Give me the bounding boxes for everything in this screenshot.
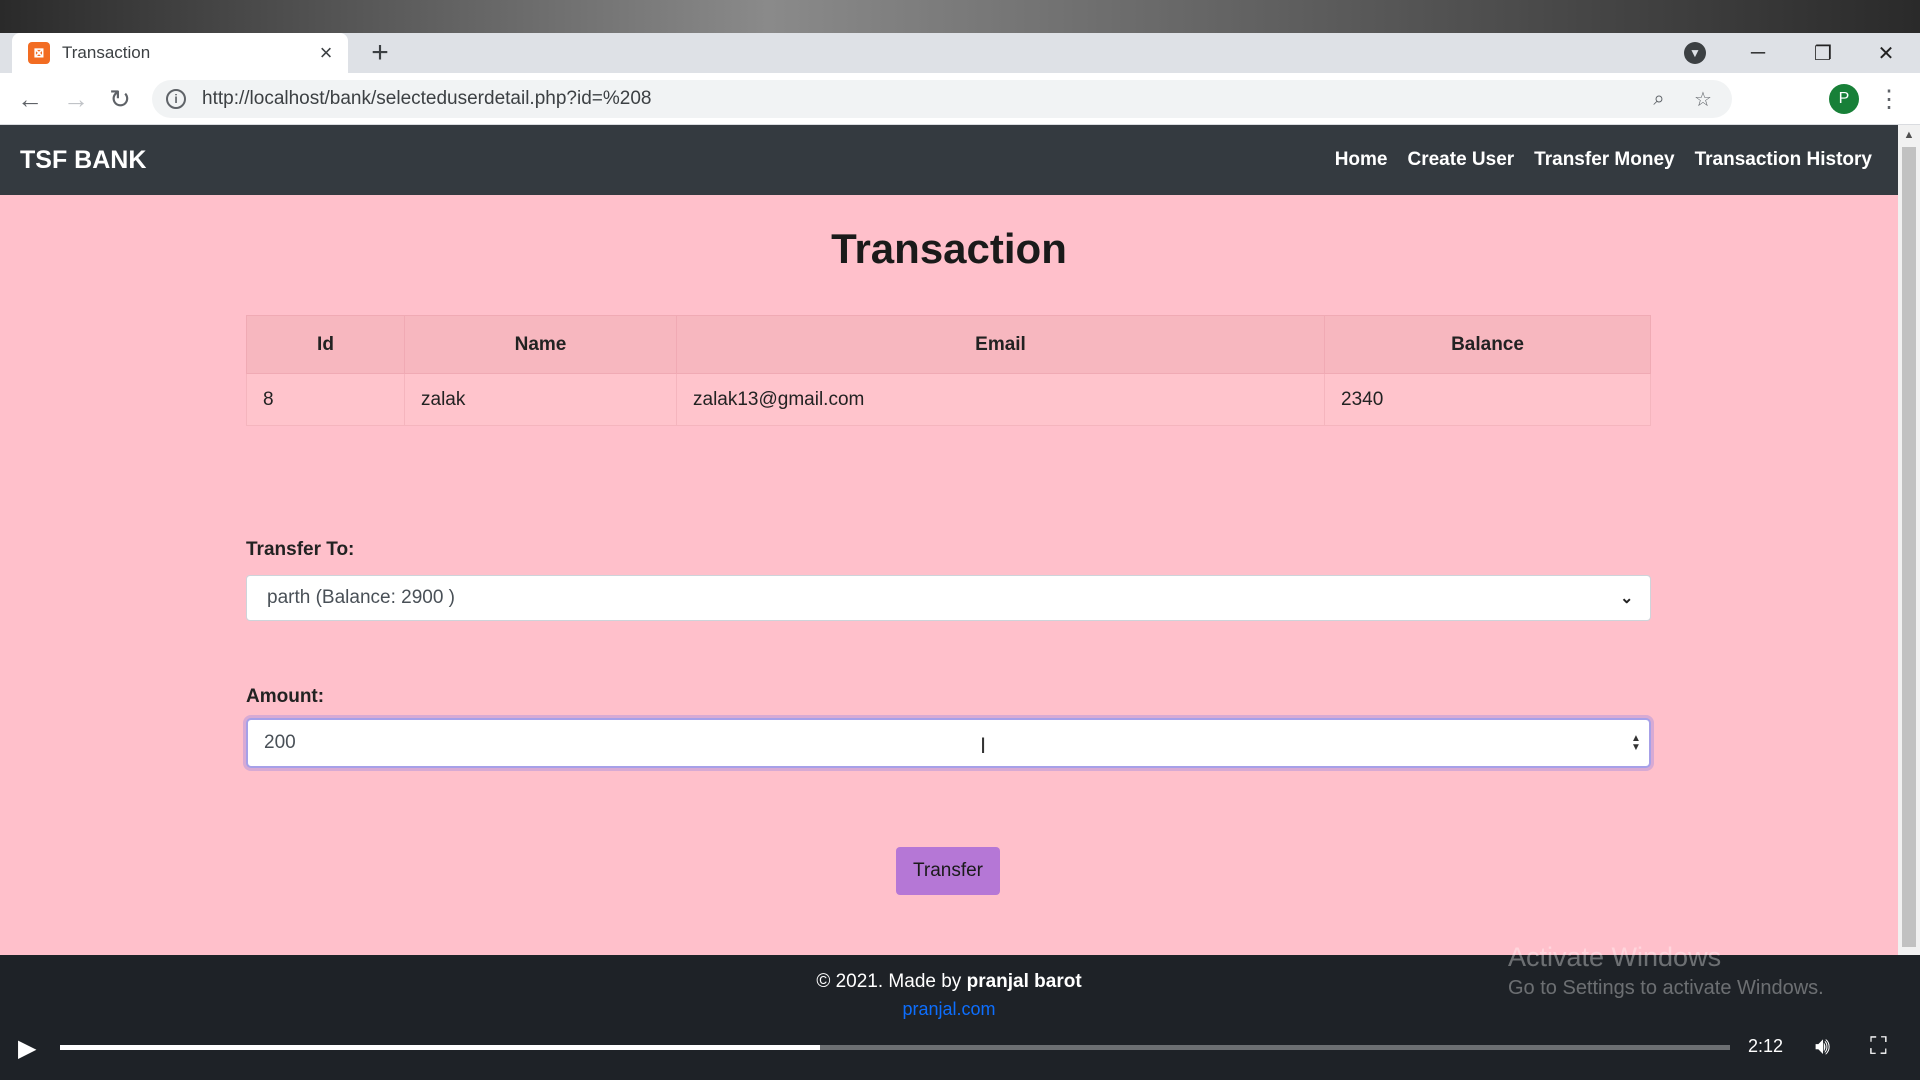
- chevron-down-icon: ⌄: [1620, 590, 1634, 607]
- amount-input[interactable]: 200 ▲ ▼: [246, 718, 1651, 768]
- page-scrollbar[interactable]: ▲: [1898, 125, 1920, 955]
- scrollbar-thumb[interactable]: [1902, 147, 1916, 947]
- browser-menu-icon[interactable]: ⋮: [1877, 83, 1901, 115]
- site-brand[interactable]: TSF BANK: [20, 146, 146, 175]
- profile-avatar[interactable]: P: [1829, 84, 1859, 114]
- play-icon[interactable]: ▶: [18, 1034, 44, 1062]
- cell-id: 8: [246, 373, 405, 426]
- transfer-button[interactable]: Transfer: [896, 847, 1000, 895]
- forward-icon[interactable]: →: [60, 83, 92, 115]
- nav-links: Home Create User Transfer Money Transact…: [1335, 125, 1872, 195]
- watermark-line1: Activate Windows: [1508, 942, 1722, 972]
- text-cursor-icon: I: [980, 733, 987, 758]
- tab-close-icon[interactable]: ×: [314, 40, 338, 65]
- watermark-line2: Go to Settings to activate Windows.: [1508, 977, 1824, 999]
- tab-search-icon[interactable]: ▼: [1684, 42, 1706, 64]
- footer-copyright-prefix: © 2021. Made by: [816, 971, 967, 992]
- column-header-id: Id: [246, 315, 405, 374]
- volume-icon[interactable]: 🔊︎: [1815, 1033, 1830, 1061]
- amount-value[interactable]: 200: [264, 732, 1623, 754]
- video-progress-fill: [60, 1045, 820, 1050]
- video-progress-bar[interactable]: [60, 1045, 1730, 1050]
- bookmark-star-icon[interactable]: ☆: [1688, 87, 1718, 112]
- fullscreen-icon[interactable]: ⛶: [1870, 1033, 1887, 1061]
- video-time: 2:12: [1748, 1036, 1784, 1056]
- column-header-name: Name: [404, 315, 677, 374]
- nav-link-create-user[interactable]: Create User: [1408, 149, 1515, 171]
- transfer-to-selected-value: parth (Balance: 2900 ): [267, 587, 456, 608]
- url-text[interactable]: http://localhost/bank/selecteduserdetail…: [202, 88, 1644, 110]
- address-bar[interactable]: i http://localhost/bank/selecteduserdeta…: [152, 80, 1732, 118]
- site-info-icon[interactable]: i: [166, 89, 186, 109]
- table-row: 8 zalak zalak13@gmail.com 2340: [246, 373, 1651, 426]
- transfer-to-select[interactable]: parth (Balance: 2900 ) ⌄: [246, 575, 1651, 621]
- windows-activation-watermark: Activate Windows Go to Settings to activ…: [1508, 942, 1824, 1000]
- xampp-icon: ⊠: [28, 42, 50, 64]
- footer-link[interactable]: pranjal.com: [0, 999, 1898, 1020]
- video-top-shade: [0, 0, 1920, 33]
- minimize-icon[interactable]: ─: [1730, 33, 1786, 73]
- cell-balance: 2340: [1324, 373, 1651, 426]
- back-icon[interactable]: ←: [14, 83, 46, 115]
- scroll-up-icon[interactable]: ▲: [1903, 129, 1915, 141]
- site-navbar: TSF BANK Home Create User Transfer Money…: [0, 125, 1898, 195]
- zoom-icon[interactable]: ⌕: [1644, 88, 1674, 111]
- column-header-balance: Balance: [1324, 315, 1651, 374]
- window-close-icon[interactable]: ✕: [1858, 33, 1914, 73]
- amount-label: Amount:: [246, 686, 325, 707]
- nav-link-transaction-history[interactable]: Transaction History: [1695, 149, 1872, 171]
- user-details-table: Id Name Email Balance 8 zalak zalak13@gm…: [246, 315, 1651, 426]
- nav-link-transfer-money[interactable]: Transfer Money: [1534, 149, 1674, 171]
- cell-name: zalak: [404, 373, 677, 426]
- browser-toolbar: ← → ↻ i http://localhost/bank/selectedus…: [0, 73, 1920, 125]
- nav-link-home[interactable]: Home: [1335, 149, 1388, 171]
- browser-tab-strip: ⊠ Transaction × + ▼ ─ ❐ ✕: [0, 33, 1920, 73]
- column-header-email: Email: [676, 315, 1325, 374]
- restore-icon[interactable]: ❐: [1795, 33, 1851, 73]
- transfer-to-label: Transfer To:: [246, 539, 355, 560]
- reload-icon[interactable]: ↻: [104, 83, 136, 115]
- new-tab-icon[interactable]: +: [364, 36, 396, 69]
- cell-email: zalak13@gmail.com: [676, 373, 1325, 426]
- browser-tab[interactable]: ⊠ Transaction ×: [12, 33, 348, 73]
- footer-author: pranjal barot: [966, 971, 1082, 992]
- page-viewport: TSF BANK Home Create User Transfer Money…: [0, 125, 1898, 955]
- page-title: Transaction: [831, 225, 1067, 272]
- number-spinner-icon[interactable]: ▲ ▼: [1623, 734, 1649, 753]
- tab-title: Transaction: [62, 43, 151, 62]
- table-header-row: Id Name Email Balance: [246, 315, 1651, 374]
